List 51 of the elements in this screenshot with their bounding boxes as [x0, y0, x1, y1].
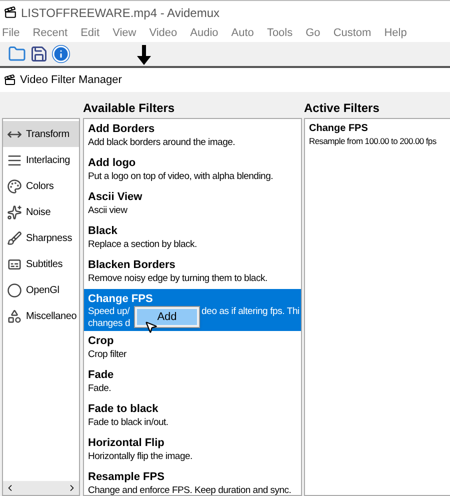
palette-icon [7, 178, 22, 194]
filter-item[interactable]: Ascii View Ascii view [84, 187, 301, 221]
filter-item[interactable]: Change FPS Speed up/ deo as if altering fps. Thi changes d Add [84, 289, 301, 331]
folder-icon[interactable] [8, 45, 26, 63]
horizontal-scrollbar[interactable] [3, 481, 79, 495]
menu-item[interactable]: File [2, 24, 20, 42]
panel-heading: Available Filters [83, 100, 175, 117]
dialog-title: Video Filter Manager [20, 72, 122, 88]
category-item[interactable]: Noise [3, 199, 79, 225]
panel-heading: Active Filters [304, 100, 380, 117]
captions-icon [7, 256, 22, 272]
category-item[interactable]: OpenGl [3, 277, 79, 303]
save-icon[interactable] [30, 45, 48, 63]
menu-item[interactable]: Go [306, 24, 320, 42]
menu-item[interactable]: Help [384, 24, 407, 42]
menu-item[interactable]: Audio [190, 24, 218, 42]
info-icon[interactable] [52, 45, 70, 63]
filter-item[interactable]: Black Replace a section by black. [84, 221, 301, 255]
cursor-icon [144, 320, 158, 334]
menu-item[interactable]: Auto [231, 24, 254, 42]
menu-item[interactable]: Recent [32, 24, 68, 42]
filter-item[interactable]: Horizontal Flip Horizontally flip the image. [84, 433, 301, 467]
shapes-icon [7, 308, 22, 324]
category-item[interactable]: Subtitles [3, 251, 79, 277]
category-item[interactable]: Interlacing [3, 147, 79, 173]
filter-item[interactable]: Fade Fade. [84, 365, 301, 399]
filter-item[interactable]: Add logo Put a logo on top of video, with alpha blending. [84, 153, 301, 187]
filter-item[interactable]: Blacken Borders Remove noisy edge by turning them to black. [84, 255, 301, 289]
lines-icon [7, 152, 22, 168]
category-item[interactable]: Sharpness [3, 225, 79, 251]
filter-item[interactable]: Add Borders Add black borders around the image. [84, 119, 301, 153]
menu-item[interactable]: Add [137, 309, 197, 325]
clapperboard-icon [4, 74, 16, 86]
menu-item[interactable]: Video [149, 24, 178, 42]
sparkles-icon [7, 204, 22, 220]
filter-item[interactable]: Fade to black Fade to black in/out. [84, 399, 301, 433]
down-arrow-icon [137, 45, 151, 65]
category-item[interactable]: Transform [3, 121, 79, 147]
circle-icon [7, 282, 22, 298]
menu-item[interactable]: Custom [333, 24, 372, 42]
category-item[interactable]: Miscellaneo [3, 303, 79, 329]
filter-item[interactable]: Crop Crop filter [84, 331, 301, 365]
menu-item[interactable]: Edit [80, 24, 100, 42]
filter-item[interactable]: Change FPS Resample from 100.00 to 200.00 fps [305, 119, 450, 150]
brush-icon [7, 230, 22, 246]
window-title: LISTOFFREEWARE.mp4 - Avidemux [21, 4, 220, 22]
filter-item[interactable]: Resample FPS Change and enforce FPS. Keep duration and sync. [84, 467, 301, 495]
menu-item[interactable]: View [112, 24, 136, 42]
clapperboard-icon [4, 6, 17, 19]
menu-item[interactable]: Tools [266, 24, 293, 42]
category-item[interactable]: Colors [3, 173, 79, 199]
